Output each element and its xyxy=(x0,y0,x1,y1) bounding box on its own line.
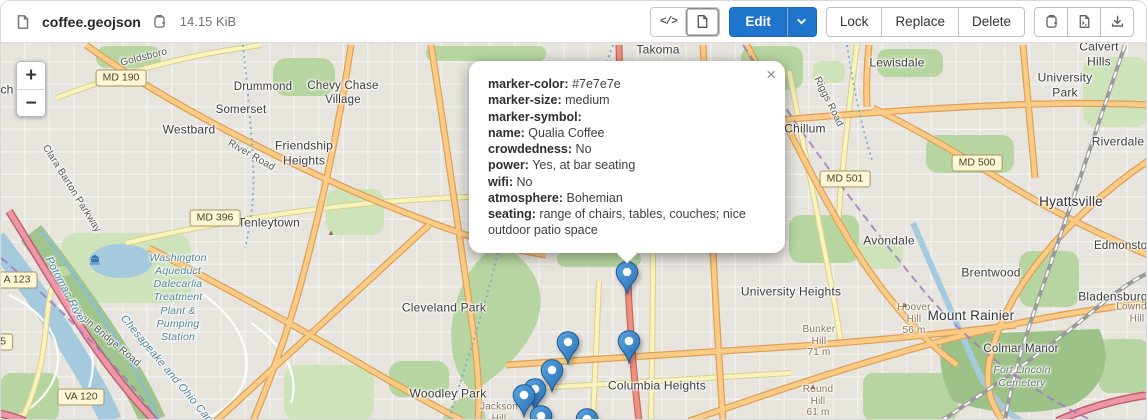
map-label: ch xyxy=(1,83,14,98)
map-label: Drummond xyxy=(234,80,292,94)
map-label: Chillum xyxy=(784,122,825,137)
file-actions-group: Lock Replace Delete xyxy=(826,7,1025,37)
road-shield: A 123 xyxy=(1,272,37,289)
map-label: Lowndes Hill xyxy=(1116,302,1147,325)
map-label: University Park xyxy=(1024,70,1107,99)
map-label: ▲ xyxy=(327,228,335,238)
download-icon[interactable] xyxy=(1100,7,1134,37)
map-label: Takoma xyxy=(636,43,679,57)
popup-field: marker-symbol: xyxy=(488,109,761,125)
edit-split-button: Edit xyxy=(729,7,817,37)
raw-file-icon[interactable] xyxy=(1067,7,1101,37)
map-label: Calvert Hills xyxy=(1075,43,1124,69)
popup-field: wifi: No xyxy=(488,174,761,190)
popup-field: marker-color: #7e7e7e xyxy=(488,76,761,92)
file-name: coffee.geojson xyxy=(42,14,141,30)
map[interactable]: TakomaGoldsboroDrummondChevy Chase Villa… xyxy=(1,43,1147,420)
museum-icon xyxy=(89,253,101,265)
code-view-icon[interactable]: </> xyxy=(651,8,685,36)
map-label: Friendship Heights xyxy=(275,138,333,167)
road-shield: MD 396 xyxy=(190,210,241,227)
file-tools-group xyxy=(1034,7,1134,37)
header-actions: </> Edit Lock Replace Delete xyxy=(650,7,1134,37)
replace-button[interactable]: Replace xyxy=(881,7,959,37)
edit-dropdown-button[interactable] xyxy=(787,7,817,37)
zoom-control: + − xyxy=(16,61,46,117)
popup-field: marker-size: medium xyxy=(488,92,761,108)
delete-button[interactable]: Delete xyxy=(958,7,1025,37)
road-shield: 5 xyxy=(1,334,13,351)
map-label: ▲ xyxy=(809,382,817,392)
road-shield: MD 501 xyxy=(820,171,871,188)
map-marker[interactable] xyxy=(529,405,553,420)
file-header: coffee.geojson 14.15 KiB </> Edit Lock xyxy=(1,1,1146,43)
preview-view-icon[interactable] xyxy=(685,8,719,36)
map-label: Lewisdale xyxy=(869,56,924,71)
map-label: University Heights xyxy=(741,285,841,300)
edit-button[interactable]: Edit xyxy=(729,7,787,37)
map-label: Round Hill 61 m xyxy=(803,384,833,419)
map-label: Colmar Manor xyxy=(983,342,1058,356)
view-toggle: </> xyxy=(650,7,720,37)
map-marker[interactable] xyxy=(617,330,641,364)
road-shield: MD 190 xyxy=(96,70,147,87)
map-label: Woodley Park xyxy=(410,387,487,402)
popup-field: crowdedness: No xyxy=(488,141,761,157)
map-label: Cleveland Park xyxy=(402,301,486,316)
map-label: Edmonston xyxy=(1094,239,1147,253)
close-icon[interactable]: × xyxy=(766,66,776,83)
popup-field: name: Qualia Coffee xyxy=(488,125,761,141)
map-marker[interactable] xyxy=(615,261,639,295)
file-info: coffee.geojson 14.15 KiB xyxy=(13,12,236,32)
map-label: ▲ xyxy=(901,300,909,310)
map-label: Chevy Chase Village xyxy=(307,79,378,107)
road-shield: VA 120 xyxy=(57,389,104,406)
file-viewer-card: coffee.geojson 14.15 KiB </> Edit Lock xyxy=(0,0,1147,420)
map-label: Columbia Heights xyxy=(608,379,706,394)
map-label: Riverdale xyxy=(1092,135,1145,150)
map-label: Tenleytown xyxy=(238,216,300,231)
road-shield: MD 500 xyxy=(952,155,1003,172)
popup-field: power: Yes, at bar seating xyxy=(488,157,761,173)
map-marker[interactable] xyxy=(575,408,599,420)
map-label: Mount Rainier xyxy=(928,308,1015,324)
map-label: Hyattsville xyxy=(1039,194,1103,210)
zoom-in-button[interactable]: + xyxy=(17,62,45,89)
map-label: Somerset xyxy=(216,103,267,117)
copy-path-icon[interactable] xyxy=(150,12,169,31)
map-label: Washington Aqueduct Dalecarlia Treatment… xyxy=(149,252,206,344)
lock-button[interactable]: Lock xyxy=(826,7,883,37)
copy-contents-icon[interactable] xyxy=(1034,7,1068,37)
feature-popup: × marker-color: #7e7e7emarker-size: medi… xyxy=(469,61,785,253)
popup-field: atmosphere: Bohemian xyxy=(488,190,761,206)
map-label: Bunker Hill 71 m xyxy=(803,324,836,359)
zoom-out-button[interactable]: − xyxy=(17,89,45,116)
chevron-down-icon xyxy=(796,16,807,27)
map-label: Westbard xyxy=(163,123,216,138)
file-icon xyxy=(13,12,33,32)
popup-content: marker-color: #7e7e7emarker-size: medium… xyxy=(488,76,761,239)
popup-field: seating: range of chairs, tables, couche… xyxy=(488,206,761,239)
map-label: Avondale xyxy=(863,234,914,249)
file-size: 14.15 KiB xyxy=(180,14,236,29)
map-label: Brentwood xyxy=(961,266,1020,281)
map-label: Fort Lincoln Cemetery xyxy=(993,364,1050,390)
